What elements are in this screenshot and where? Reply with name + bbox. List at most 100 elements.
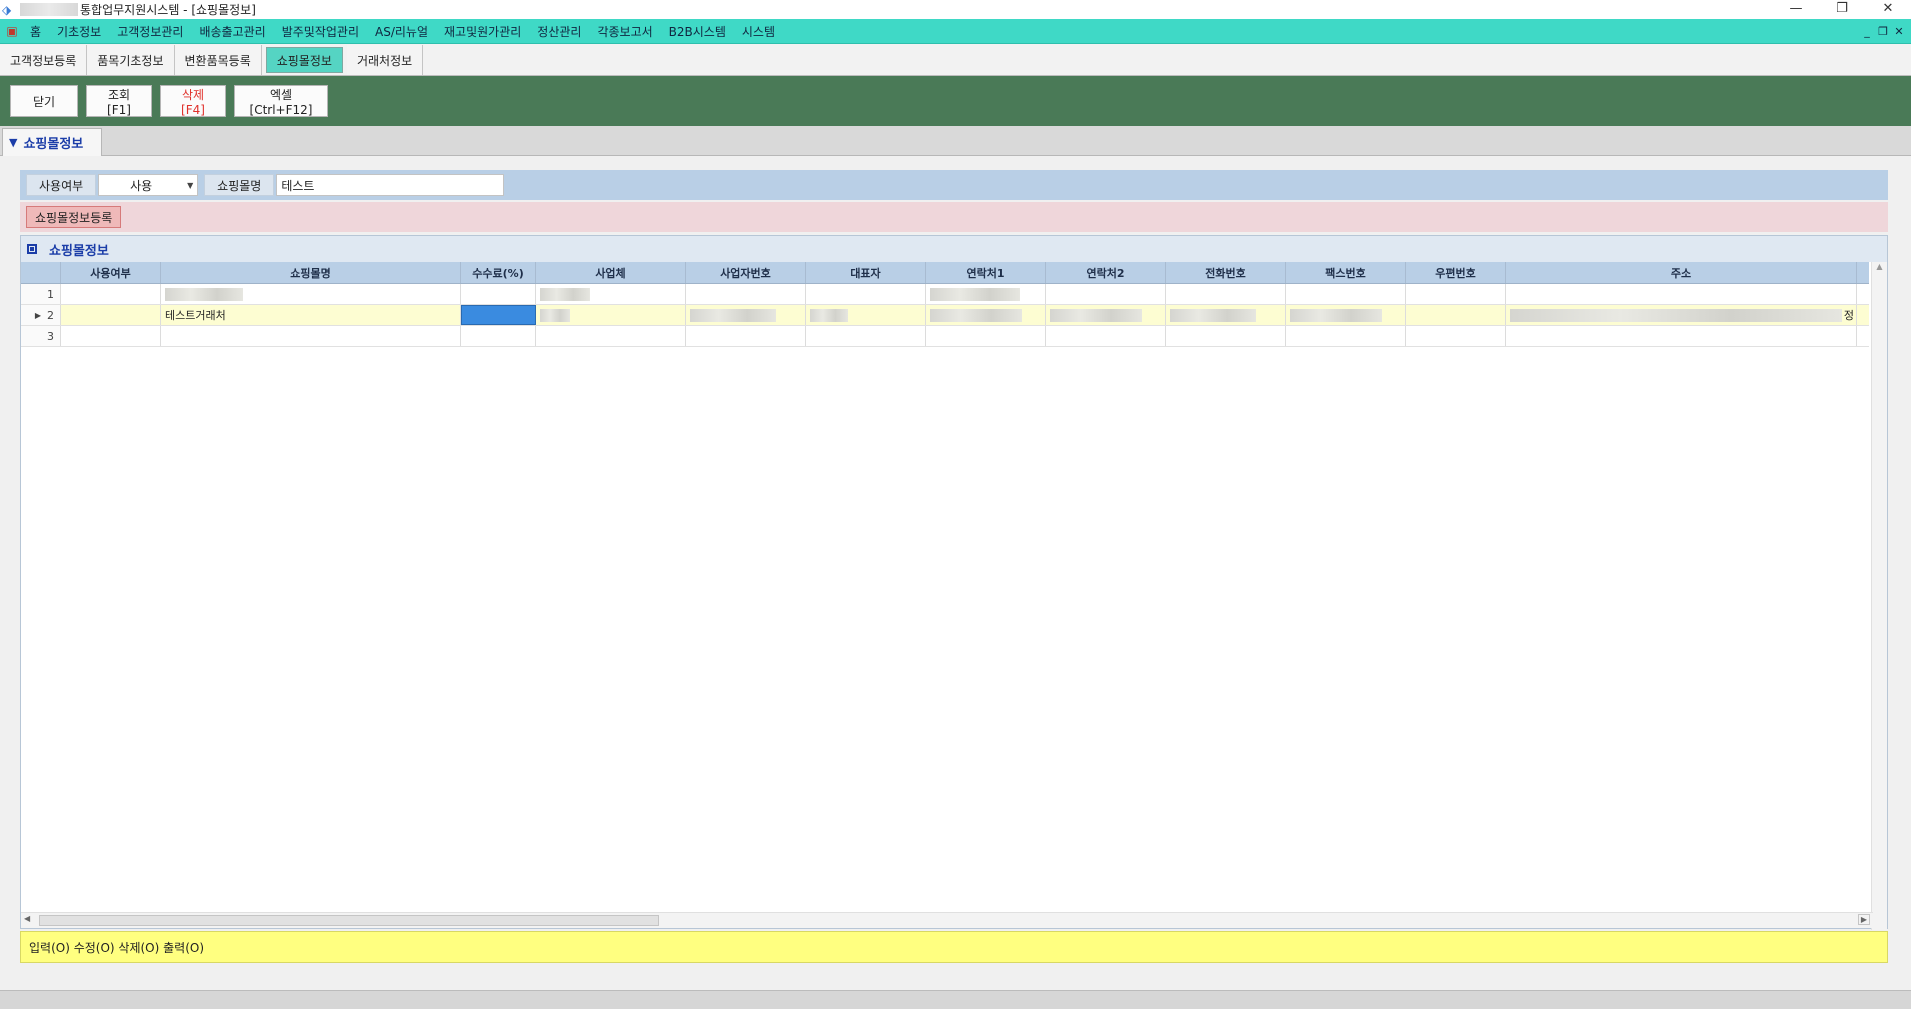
cell-fax[interactable] xyxy=(1286,284,1406,304)
permission-status-bar: 입력(O) 수정(O) 삭제(O) 출력(O) xyxy=(20,931,1888,963)
cell-contact1[interactable] xyxy=(926,326,1046,346)
tab-vendor-info[interactable]: 거래처정보 xyxy=(346,45,424,75)
close-window-button[interactable]: ✕ xyxy=(1865,0,1911,19)
cell-zipcode[interactable] xyxy=(1406,284,1506,304)
col-header-representative[interactable]: 대표자 xyxy=(806,262,926,283)
content-area: 사용여부 사용 ▼ 쇼핑몰명 쇼핑몰정보등록 쇼핑몰정보 사용여부 쇼핑몰명 수… xyxy=(0,156,1911,990)
mdi-close-button[interactable]: ✕ xyxy=(1891,25,1907,38)
menu-inventory-cost[interactable]: 재고및원가관리 xyxy=(436,23,529,40)
tab-item-basic-info[interactable]: 품목기초정보 xyxy=(87,45,175,75)
menu-home[interactable]: 홈 xyxy=(22,23,49,40)
menu-reports[interactable]: 각종보고서 xyxy=(589,23,660,40)
cell-phone[interactable] xyxy=(1166,326,1286,346)
col-header-phone[interactable]: 전화번호 xyxy=(1166,262,1286,283)
chevron-down-icon[interactable]: ▼ xyxy=(183,181,197,190)
col-header-commission[interactable]: 수수료(%) xyxy=(461,262,536,283)
vertical-scrollbar[interactable]: ▲ xyxy=(1871,262,1887,930)
cell-business-number[interactable] xyxy=(686,326,806,346)
grid-caption-text: 쇼핑몰정보 xyxy=(49,243,109,259)
cell-use[interactable] xyxy=(61,326,161,346)
col-header-contact1[interactable]: 연락처1 xyxy=(926,262,1046,283)
cell-use[interactable] xyxy=(61,305,161,325)
menu-system[interactable]: 시스템 xyxy=(734,23,783,40)
menu-basic-info[interactable]: 기초정보 xyxy=(49,23,109,40)
horizontal-scroll-thumb[interactable] xyxy=(39,915,659,926)
menu-b2b[interactable]: B2B시스템 xyxy=(661,23,734,40)
cell-contact2[interactable] xyxy=(1046,305,1166,325)
excel-export-button[interactable]: 엑셀[Ctrl+F12] xyxy=(234,85,328,117)
menu-settlement[interactable]: 정산관리 xyxy=(529,23,589,40)
tab-shopping-mall-info[interactable]: 쇼핑몰정보 xyxy=(265,47,343,73)
table-row[interactable]: ▶ 2 테스트거래처 정 xyxy=(21,305,1869,326)
search-button[interactable]: 조회[F1] xyxy=(86,85,152,117)
use-status-select[interactable]: 사용 ▼ xyxy=(98,174,199,196)
cell-mall-name[interactable]: 테스트거래처 xyxy=(161,305,461,325)
cell-representative[interactable] xyxy=(806,305,926,325)
cell-mall-name[interactable] xyxy=(161,284,461,304)
cell-use[interactable] xyxy=(61,284,161,304)
col-header-business-number[interactable]: 사업자번호 xyxy=(686,262,806,283)
tab-customer-register[interactable]: 고객정보등록 xyxy=(0,45,88,75)
cell-business[interactable] xyxy=(536,305,686,325)
cell-fax[interactable] xyxy=(1286,326,1406,346)
cell-business[interactable] xyxy=(536,284,686,304)
collapse-triangle-icon[interactable]: ▼ xyxy=(9,136,17,149)
cell-commission[interactable] xyxy=(461,284,536,304)
cell-commission-focused[interactable] xyxy=(461,305,536,325)
col-header-contact2[interactable]: 연락처2 xyxy=(1046,262,1166,283)
col-header-address[interactable]: 주소 xyxy=(1506,262,1857,283)
cell-zipcode[interactable] xyxy=(1406,305,1506,325)
mdi-minimize-button[interactable]: _ xyxy=(1859,25,1875,38)
close-button[interactable]: 닫기 xyxy=(10,85,78,117)
col-header-business[interactable]: 사업체 xyxy=(536,262,686,283)
mdi-controls: _ ❐ ✕ xyxy=(1859,19,1907,44)
menu-as-renewal[interactable]: AS/리뉴얼 xyxy=(367,23,436,40)
col-header-use[interactable]: 사용여부 xyxy=(61,262,161,283)
col-header-mall-name[interactable]: 쇼핑몰명 xyxy=(161,262,461,283)
cell-contact1[interactable] xyxy=(926,305,1046,325)
cell-business-number[interactable] xyxy=(686,305,806,325)
menu-order-work[interactable]: 발주및작업관리 xyxy=(274,23,367,40)
cell-address[interactable] xyxy=(1506,326,1857,346)
col-header-fax[interactable]: 팩스번호 xyxy=(1286,262,1406,283)
restore-button[interactable]: ❐ xyxy=(1819,0,1865,19)
scroll-right-icon[interactable]: ▶ xyxy=(1857,914,1870,925)
row-number-header xyxy=(21,262,61,283)
tab-item-conversion[interactable]: 변환품목등록 xyxy=(174,45,262,75)
cell-representative[interactable] xyxy=(806,326,926,346)
cell-phone[interactable] xyxy=(1166,284,1286,304)
cell-contact2[interactable] xyxy=(1046,326,1166,346)
cell-mall-name[interactable] xyxy=(161,326,461,346)
cell-contact1[interactable] xyxy=(926,284,1046,304)
cell-business[interactable] xyxy=(536,326,686,346)
menu-app-icon[interactable]: ▣ xyxy=(2,24,22,38)
cell-phone[interactable] xyxy=(1166,305,1286,325)
scroll-up-icon[interactable]: ▲ xyxy=(1872,262,1887,271)
cell-business-number[interactable] xyxy=(686,284,806,304)
mall-name-input[interactable] xyxy=(276,174,505,196)
table-row[interactable]: 3 xyxy=(21,326,1869,347)
delete-button[interactable]: 삭제[F4] xyxy=(160,85,226,117)
table-row[interactable]: 1 xyxy=(21,284,1869,305)
col-header-zipcode[interactable]: 우편번호 xyxy=(1406,262,1506,283)
cell-address[interactable]: 정 xyxy=(1506,305,1857,325)
grid-caption: 쇼핑몰정보 xyxy=(21,236,1887,262)
menu-shipping[interactable]: 배송출고관리 xyxy=(191,23,273,40)
cell-fax[interactable] xyxy=(1286,305,1406,325)
cell-zipcode[interactable] xyxy=(1406,326,1506,346)
cell-representative[interactable] xyxy=(806,284,926,304)
bottom-status-strip xyxy=(0,990,1911,1009)
cell-contact2[interactable] xyxy=(1046,284,1166,304)
mall-grid-panel: 쇼핑몰정보 사용여부 쇼핑몰명 수수료(%) 사업체 사업자번호 대표자 연락처… xyxy=(20,235,1888,930)
register-mall-button[interactable]: 쇼핑몰정보등록 xyxy=(26,206,122,228)
scroll-left-icon[interactable]: ◀ xyxy=(24,914,30,923)
horizontal-scrollbar[interactable]: ◀ ▶ xyxy=(21,912,1873,928)
cell-commission[interactable] xyxy=(461,326,536,346)
section-tab-shopping-mall[interactable]: ▼ 쇼핑몰정보 xyxy=(2,128,102,156)
menu-customer-mgmt[interactable]: 고객정보관리 xyxy=(109,23,191,40)
mdi-restore-button[interactable]: ❐ xyxy=(1875,25,1891,38)
minimize-button[interactable]: — xyxy=(1773,0,1819,19)
grid-square-icon xyxy=(27,244,37,254)
cell-address[interactable] xyxy=(1506,284,1857,304)
redacted-text xyxy=(690,308,776,322)
